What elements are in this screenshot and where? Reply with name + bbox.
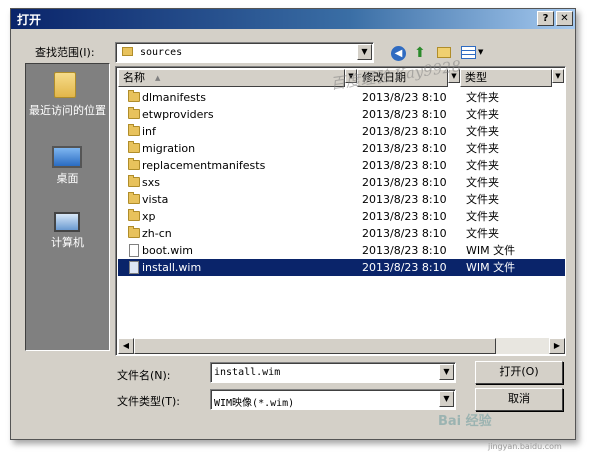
file-type: 文件夹 <box>466 176 499 189</box>
column-type-label: 类型 <box>465 71 487 84</box>
file-type: 文件夹 <box>466 159 499 172</box>
file-date: 2013/8/23 8:10 <box>362 176 447 189</box>
computer-icon <box>54 212 80 232</box>
place-recent[interactable]: 最近访问的位置 <box>26 104 109 117</box>
file-name: replacementmanifests <box>142 159 266 172</box>
file-type: 文件夹 <box>466 227 499 240</box>
file-date: 2013/8/23 8:10 <box>362 244 447 257</box>
folder-icon <box>128 107 140 119</box>
filename-value: install.wim <box>214 367 281 378</box>
chevron-down-icon[interactable]: ▼ <box>357 44 372 60</box>
watermark-url: jingyan.baidu.com <box>488 442 562 451</box>
view-dropdown-icon[interactable]: ▼ <box>478 48 483 56</box>
column-header-type[interactable]: 类型 <box>460 69 552 87</box>
sort-ascending-icon: ▲ <box>155 74 161 82</box>
folder-icon <box>128 192 140 204</box>
file-name: zh-cn <box>142 227 172 240</box>
file-name: install.wim <box>142 261 202 274</box>
cancel-button[interactable]: 取消 <box>475 388 563 411</box>
file-date: 2013/8/23 8:10 <box>362 108 447 121</box>
help-button[interactable]: ? <box>537 11 554 26</box>
file-type: 文件夹 <box>466 125 499 138</box>
file-name: etwproviders <box>142 108 214 121</box>
file-row[interactable]: boot.wim 2013/8/23 8:10 WIM 文件 <box>118 242 565 259</box>
file-row[interactable]: install.wim 2013/8/23 8:10 WIM 文件 <box>118 259 565 276</box>
file-icon <box>129 261 139 274</box>
chevron-down-icon[interactable]: ▼ <box>439 364 454 380</box>
file-name: inf <box>142 125 156 138</box>
recent-places-icon <box>54 72 76 98</box>
file-row[interactable]: zh-cn 2013/8/23 8:10 文件夹 <box>118 225 565 242</box>
open-button[interactable]: 打开(O) <box>475 361 563 384</box>
file-name: migration <box>142 142 196 155</box>
column-header-name[interactable]: 名称 ▲ <box>118 69 345 87</box>
file-type: 文件夹 <box>466 91 499 104</box>
file-type: WIM 文件 <box>466 261 516 274</box>
column-type-dropdown[interactable]: ▼ <box>552 69 564 83</box>
file-row[interactable]: inf 2013/8/23 8:10 文件夹 <box>118 123 565 140</box>
folder-icon <box>128 124 140 136</box>
folder-icon <box>128 209 140 221</box>
scroll-left-icon[interactable]: ◀ <box>118 338 134 354</box>
file-date: 2013/8/23 8:10 <box>362 125 447 138</box>
file-date: 2013/8/23 8:10 <box>362 159 447 172</box>
file-row[interactable]: xp 2013/8/23 8:10 文件夹 <box>118 208 565 225</box>
file-date: 2013/8/23 8:10 <box>362 227 447 240</box>
file-row[interactable]: sxs 2013/8/23 8:10 文件夹 <box>118 174 565 191</box>
file-type: 文件夹 <box>466 108 499 121</box>
filetype-label: 文件类型(T): <box>117 395 181 408</box>
filename-combobox[interactable]: install.wim ▼ <box>210 362 456 383</box>
scroll-right-icon[interactable]: ▶ <box>549 338 565 354</box>
folder-icon <box>128 141 140 153</box>
file-date: 2013/8/23 8:10 <box>362 142 447 155</box>
folder-icon <box>128 226 140 238</box>
file-icon <box>129 244 139 257</box>
file-date: 2013/8/23 8:10 <box>362 91 447 104</box>
file-type: 文件夹 <box>466 142 499 155</box>
look-in-value: sources <box>140 47 183 58</box>
file-name: xp <box>142 210 156 223</box>
folder-icon <box>122 47 133 56</box>
horizontal-scrollbar[interactable]: ◀ ▶ <box>118 338 565 354</box>
view-menu-icon[interactable] <box>461 46 476 59</box>
place-desktop[interactable]: 桌面 <box>26 172 109 185</box>
file-row[interactable]: etwproviders 2013/8/23 8:10 文件夹 <box>118 106 565 123</box>
file-name: sxs <box>142 176 160 189</box>
filename-label: 文件名(N): <box>117 369 171 382</box>
file-type: 文件夹 <box>466 210 499 223</box>
file-name: boot.wim <box>142 244 194 257</box>
folder-icon <box>128 158 140 170</box>
filetype-combobox[interactable]: WIM映像(*.wim) ▼ <box>210 389 456 410</box>
back-icon[interactable]: ◀ <box>391 46 406 61</box>
desktop-icon <box>52 146 82 168</box>
file-date: 2013/8/23 8:10 <box>362 261 447 274</box>
file-name: dlmanifests <box>142 91 206 104</box>
file-row[interactable]: replacementmanifests 2013/8/23 8:10 文件夹 <box>118 157 565 174</box>
file-name: vista <box>142 193 169 206</box>
file-date: 2013/8/23 8:10 <box>362 193 447 206</box>
file-row[interactable]: vista 2013/8/23 8:10 文件夹 <box>118 191 565 208</box>
folder-icon <box>128 175 140 187</box>
filetype-value: WIM映像(*.wim) <box>214 398 295 409</box>
watermark-footer: Bai 经验 <box>438 414 492 429</box>
place-computer[interactable]: 计算机 <box>26 236 109 249</box>
scrollbar-thumb[interactable] <box>134 338 496 354</box>
places-bar: 最近访问的位置 桌面 计算机 <box>25 63 110 351</box>
folder-icon <box>128 90 140 102</box>
look-in-combobox[interactable]: sources ▼ <box>115 42 374 63</box>
file-type: 文件夹 <box>466 193 499 206</box>
file-date: 2013/8/23 8:10 <box>362 210 447 223</box>
chevron-down-icon[interactable]: ▼ <box>439 391 454 407</box>
column-name-label: 名称 <box>123 71 145 84</box>
look-in-label: 查找范围(I): <box>35 46 95 59</box>
window-title: 打开 <box>17 13 42 27</box>
file-type: WIM 文件 <box>466 244 516 257</box>
file-row[interactable]: migration 2013/8/23 8:10 文件夹 <box>118 140 565 157</box>
open-file-dialog: 打开 ? ✕ 查找范围(I): sources ▼ ◀ ⬆ ▼ 最近访问的位置 … <box>10 8 576 440</box>
file-list: 名称 ▲ ▼ 修改日期 ▼ 类型 ▼ dlmanifests 2013/8/23 … <box>115 66 566 356</box>
close-button[interactable]: ✕ <box>556 11 573 26</box>
title-bar: 打开 ? ✕ <box>11 9 575 29</box>
